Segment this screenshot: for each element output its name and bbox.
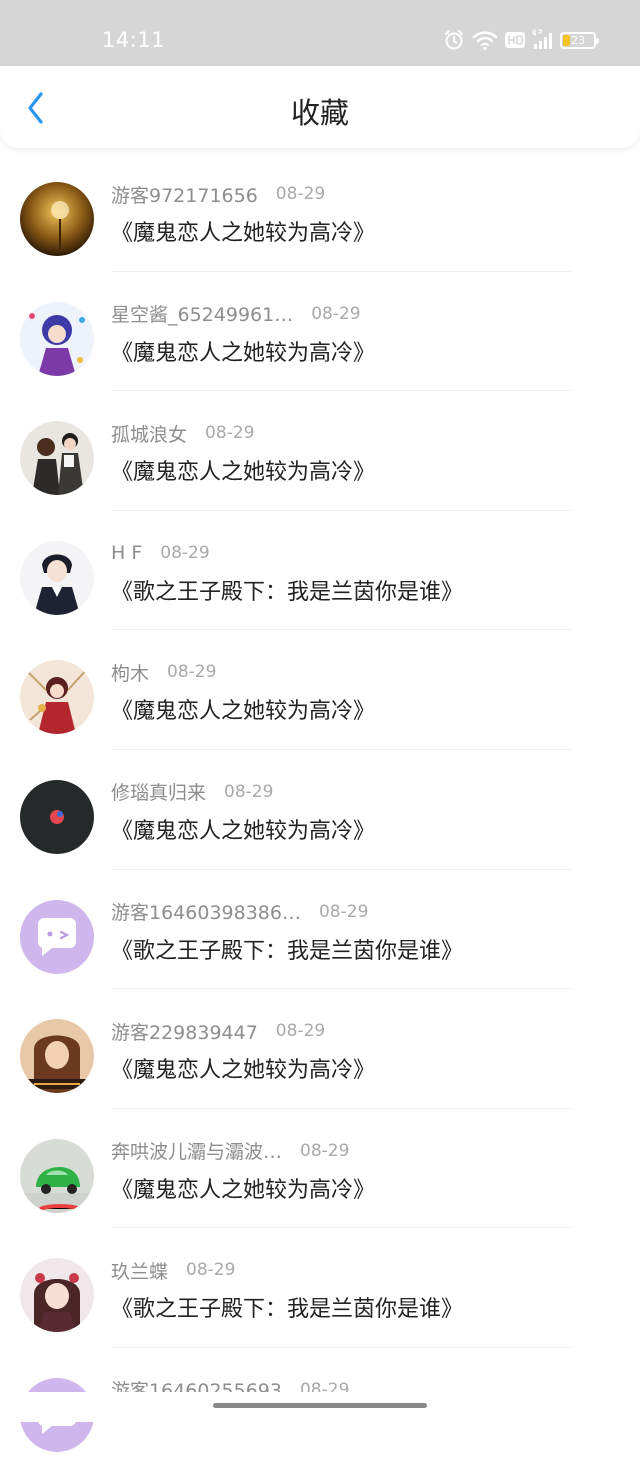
avatar[interactable] — [20, 660, 94, 735]
username[interactable]: H F — [111, 542, 142, 564]
avatar[interactable] — [20, 1019, 94, 1094]
list-item[interactable]: 游客229839447 08-29 《魔鬼恋人之她较为高冷》 — [0, 989, 640, 1109]
username[interactable]: 修瑙真归来 — [111, 778, 206, 805]
book-title[interactable]: 《歌之王子殿下：我是兰茵你是谁》 — [111, 933, 463, 965]
list-item[interactable]: 游客972171656 08-29 《魔鬼恋人之她较为高冷》 — [0, 152, 640, 272]
username[interactable]: 游客972171656 — [111, 181, 258, 208]
avatar[interactable] — [20, 1138, 94, 1213]
date: 08-29 — [186, 1260, 236, 1281]
item-meta: 修瑙真归来 08-29 — [111, 779, 273, 805]
date: 08-29 — [311, 303, 361, 324]
username[interactable]: 游客16460398386… — [111, 898, 301, 925]
list-item[interactable]: 奔哄波儿灞与灞波… 08-29 《魔鬼恋人之她较为高冷》 — [0, 1109, 640, 1229]
username[interactable]: 玖兰蝶 — [111, 1257, 168, 1284]
battery-level: 23 — [571, 33, 585, 47]
item-meta: H F 08-29 — [111, 540, 210, 566]
book-title[interactable]: 《歌之王子殿下：我是兰茵你是谁》 — [111, 574, 463, 606]
avatar[interactable] — [20, 301, 94, 376]
header: 收藏 — [0, 66, 640, 148]
date: 08-29 — [275, 1021, 326, 1042]
signal-4g-icon — [532, 29, 552, 49]
hd-icon — [505, 32, 525, 48]
username[interactable]: 孤城浪女 — [111, 420, 187, 447]
item-meta: 玖兰蝶 08-29 — [111, 1257, 235, 1283]
date: 08-29 — [167, 662, 217, 683]
date: 08-29 — [205, 423, 255, 444]
book-title[interactable]: 《魔鬼恋人之她较为高冷》 — [111, 693, 375, 725]
wifi-icon — [472, 31, 498, 51]
username[interactable]: 星空酱_65249961… — [111, 300, 293, 327]
status-icons: 23 — [442, 26, 599, 54]
book-title[interactable]: 《魔鬼恋人之她较为高冷》 — [111, 454, 375, 486]
avatar[interactable] — [20, 1258, 94, 1333]
item-meta: 星空酱_65249961… 08-29 — [111, 301, 361, 327]
item-meta: 游客229839447 08-29 — [111, 1018, 325, 1044]
avatar[interactable] — [20, 421, 94, 496]
list-item[interactable]: 玖兰蝶 08-29 《歌之王子殿下：我是兰茵你是谁》 — [0, 1228, 640, 1348]
list-item[interactable]: H F 08-29 《歌之王子殿下：我是兰茵你是谁》 — [0, 511, 640, 631]
list-item[interactable]: 枸木 08-29 《魔鬼恋人之她较为高冷》 — [0, 630, 640, 750]
book-title[interactable]: 《魔鬼恋人之她较为高冷》 — [111, 335, 375, 367]
book-title[interactable]: 《魔鬼恋人之她较为高冷》 — [111, 215, 375, 247]
item-meta: 游客16460398386… 08-29 — [111, 899, 368, 925]
list-item[interactable]: 游客16460398386… 08-29 《歌之王子殿下：我是兰茵你是谁》 — [0, 870, 640, 990]
list-item[interactable]: 孤城浪女 08-29 《魔鬼恋人之她较为高冷》 — [0, 391, 640, 511]
avatar[interactable] — [20, 540, 94, 615]
date: 08-29 — [160, 542, 210, 563]
list-item[interactable]: 星空酱_65249961… 08-29 《魔鬼恋人之她较为高冷》 — [0, 272, 640, 392]
item-meta: 孤城浪女 08-29 — [111, 420, 254, 446]
status-time: 14:11 — [102, 28, 166, 52]
username[interactable]: 游客229839447 — [111, 1018, 258, 1045]
book-title[interactable]: 《魔鬼恋人之她较为高冷》 — [111, 813, 375, 845]
home-indicator[interactable] — [213, 1403, 427, 1408]
username[interactable]: 枸木 — [111, 659, 149, 686]
item-meta: 奔哄波儿灞与灞波… 08-29 — [111, 1138, 349, 1164]
avatar[interactable] — [20, 779, 94, 854]
avatar[interactable] — [20, 182, 94, 256]
page-title: 收藏 — [290, 96, 349, 130]
date: 08-29 — [275, 184, 326, 204]
battery-icon: 23 — [560, 31, 599, 49]
item-meta: 枸木 08-29 — [111, 659, 216, 685]
list-item[interactable]: 修瑙真归来 08-29 《魔鬼恋人之她较为高冷》 — [0, 750, 640, 870]
favorites-list: 游客972171656 08-29 《魔鬼恋人之她较为高冷》 星空酱_65249… — [0, 152, 640, 1468]
status-bar: 14:11 23 — [0, 0, 640, 66]
book-title[interactable]: 《魔鬼恋人之她较为高冷》 — [111, 1052, 375, 1084]
date: 08-29 — [318, 901, 369, 922]
avatar[interactable] — [20, 899, 94, 974]
date: 08-29 — [300, 1140, 350, 1161]
item-meta: 游客972171656 08-29 — [111, 181, 325, 207]
book-title[interactable]: 《魔鬼恋人之她较为高冷》 — [111, 1172, 375, 1204]
book-title[interactable]: 《歌之王子殿下：我是兰茵你是谁》 — [111, 1291, 463, 1323]
username[interactable]: 奔哄波儿灞与灞波… — [111, 1137, 282, 1164]
date: 08-29 — [224, 781, 274, 802]
alarm-icon — [445, 30, 463, 50]
